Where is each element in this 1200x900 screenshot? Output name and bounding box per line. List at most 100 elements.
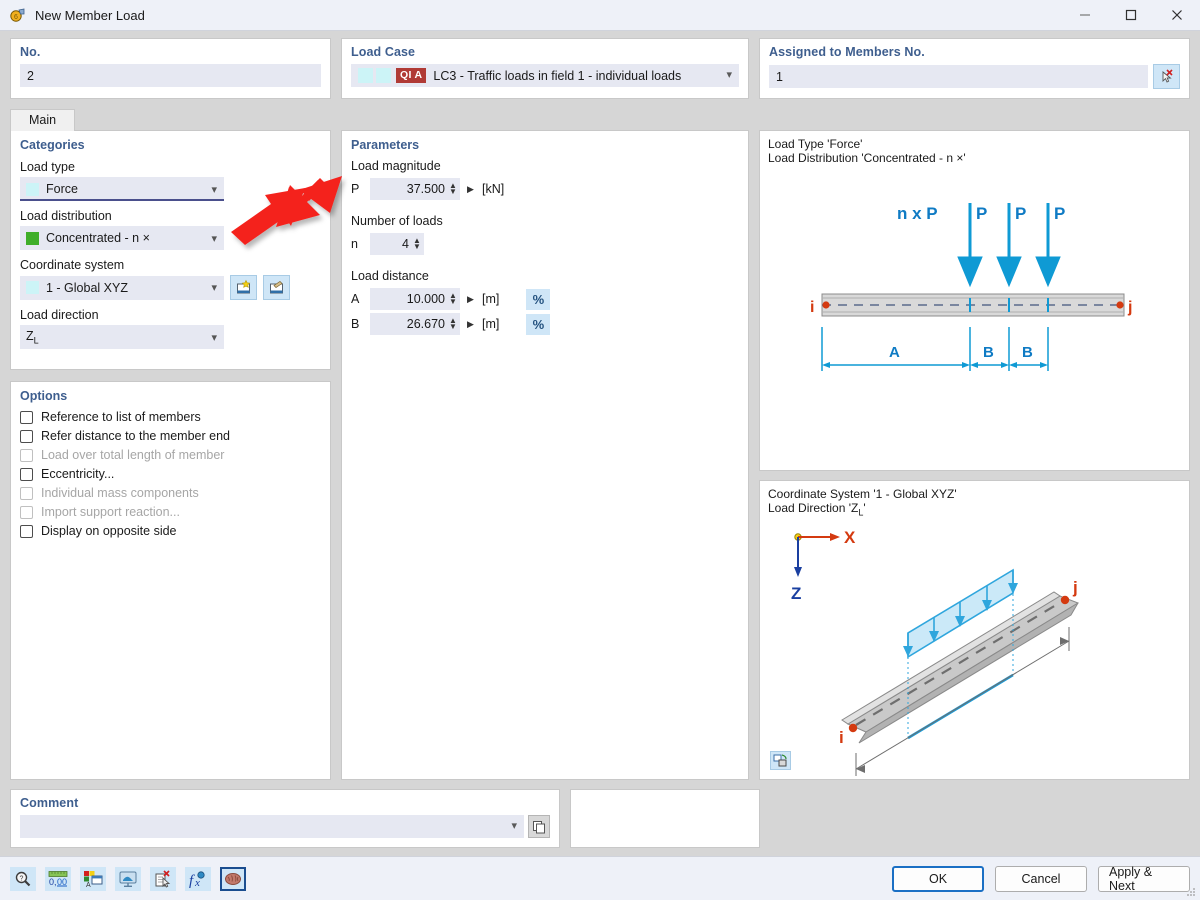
- assigned-members-label: Assigned to Members No.: [769, 45, 1180, 59]
- number-of-loads-value: 4: [376, 237, 409, 251]
- number-of-loads-input[interactable]: 4 ▲▼: [370, 233, 424, 255]
- load-preview-diagram: n x P P P P i j A B B: [760, 131, 1189, 470]
- expand-arrow-icon[interactable]: ▶: [467, 184, 475, 195]
- load-distance-b-unit: [m]: [482, 317, 499, 331]
- load-distance-b-input[interactable]: 26.670 ▲▼: [370, 313, 460, 335]
- label-nxp: n x P: [897, 204, 938, 223]
- clear-selection-icon[interactable]: [150, 867, 176, 891]
- load-type-combobox[interactable]: Force ▾: [20, 177, 224, 201]
- options-title: Options: [20, 389, 321, 403]
- percent-toggle-a-button[interactable]: %: [526, 289, 550, 310]
- load-preview-panel: Load Type 'Force' Load Distribution 'Con…: [759, 130, 1190, 471]
- formula-icon[interactable]: fx: [185, 867, 211, 891]
- chevron-down-icon: ▾: [211, 232, 217, 245]
- label-p2: P: [1015, 204, 1026, 223]
- close-button[interactable]: [1154, 0, 1200, 31]
- expand-arrow-icon[interactable]: ▶: [467, 319, 475, 330]
- rendering-icon[interactable]: [115, 867, 141, 891]
- load-magnitude-symbol: P: [351, 182, 363, 196]
- option-display-on-opposite-side[interactable]: Display on opposite side: [20, 524, 321, 538]
- comment-label: Comment: [20, 796, 550, 810]
- svg-text:6: 6: [14, 14, 18, 21]
- copy-icon[interactable]: [528, 815, 550, 838]
- maximize-button[interactable]: [1108, 0, 1154, 31]
- new-coordinate-system-icon[interactable]: [230, 275, 257, 300]
- middle-column: Parameters Load magnitude P 37.500 ▲▼ ▶ …: [341, 130, 749, 780]
- checkbox[interactable]: [20, 430, 33, 443]
- parameters-title: Parameters: [351, 138, 739, 152]
- assigned-members-input[interactable]: 1: [769, 65, 1148, 88]
- stepper-arrows-icon[interactable]: ▲▼: [449, 183, 457, 195]
- coordinate-system-swatch: [26, 281, 39, 294]
- option-label: Refer distance to the member end: [41, 429, 230, 443]
- member-load-icon: 6: [9, 6, 27, 24]
- toggle-view-icon[interactable]: [770, 751, 791, 770]
- load-magnitude-input[interactable]: 37.500 ▲▼: [370, 178, 460, 200]
- option-load-over-total-length: Load over total length of member: [20, 448, 321, 462]
- header-row: No. 2 Load Case QI A LC3 - Traffic loads…: [0, 31, 1200, 99]
- minimize-button[interactable]: [1062, 0, 1108, 31]
- tab-main[interactable]: Main: [10, 109, 75, 131]
- stepper-arrows-icon[interactable]: ▲▼: [413, 238, 421, 250]
- units-decimals-icon[interactable]: 0,00: [45, 867, 71, 891]
- coordinate-system-value: 1 - Global XYZ: [46, 281, 204, 295]
- option-individual-mass-components: Individual mass components: [20, 486, 321, 500]
- stepper-arrows-icon[interactable]: ▲▼: [449, 318, 457, 330]
- label-p3: P: [1054, 204, 1065, 223]
- option-refer-distance-to-member-end[interactable]: Refer distance to the member end: [20, 429, 321, 443]
- chevron-down-icon: ▾: [211, 183, 217, 196]
- svg-text:0,: 0,: [49, 877, 57, 887]
- select-members-icon[interactable]: [1153, 64, 1180, 89]
- option-eccentricity[interactable]: Eccentricity...: [20, 467, 321, 481]
- number-input[interactable]: 2: [20, 64, 321, 87]
- load-distribution-combobox[interactable]: Concentrated - n × ▾: [20, 226, 224, 250]
- load-type-label: Load type: [20, 160, 321, 174]
- option-import-support-reaction: Import support reaction...: [20, 505, 321, 519]
- checkbox: [20, 506, 33, 519]
- label-axis-x: X: [844, 528, 856, 547]
- parameters-group: Parameters Load magnitude P 37.500 ▲▼ ▶ …: [341, 130, 749, 780]
- checkbox[interactable]: [20, 468, 33, 481]
- load-distance-row-b: B 26.670 ▲▼ ▶ [m] %: [351, 313, 739, 335]
- chevron-down-icon: ▾: [211, 281, 217, 294]
- apply-and-next-button[interactable]: Apply & Next: [1098, 866, 1190, 892]
- assigned-members-row: 1: [769, 64, 1180, 89]
- load-case-panel: Load Case QI A LC3 - Traffic loads in fi…: [341, 38, 749, 99]
- option-label: Load over total length of member: [41, 448, 224, 462]
- help-brain-icon[interactable]: [220, 867, 246, 891]
- option-label: Eccentricity...: [41, 467, 114, 481]
- coordinate-system-row: 1 - Global XYZ ▾: [20, 275, 321, 300]
- svg-text:?: ?: [20, 875, 24, 882]
- label-node-j: j: [1127, 299, 1132, 316]
- magnifier-icon[interactable]: ?: [10, 867, 36, 891]
- expand-arrow-icon[interactable]: ▶: [467, 294, 475, 305]
- load-distance-b-value: 26.670: [376, 317, 445, 331]
- number-of-loads-symbol: n: [351, 237, 363, 251]
- load-distribution-value: Concentrated - n ×: [46, 231, 204, 245]
- percent-toggle-b-button[interactable]: %: [526, 314, 550, 335]
- categories-title: Categories: [20, 138, 321, 152]
- window-title: New Member Load: [35, 8, 145, 23]
- display-properties-icon[interactable]: A: [80, 867, 106, 891]
- load-distance-a-symbol: A: [351, 292, 363, 306]
- tab-strip: Main: [10, 106, 1200, 130]
- ok-button[interactable]: OK: [892, 866, 984, 892]
- option-reference-to-list-of-members[interactable]: Reference to list of members: [20, 410, 321, 424]
- load-case-combobox[interactable]: QI A LC3 - Traffic loads in field 1 - in…: [351, 64, 739, 87]
- checkbox: [20, 487, 33, 500]
- chevron-down-icon: ▾: [726, 69, 732, 80]
- resize-grip[interactable]: [1185, 886, 1197, 898]
- checkbox[interactable]: [20, 525, 33, 538]
- left-column: Categories Load type Force ▾ Load distri…: [10, 130, 331, 780]
- checkbox[interactable]: [20, 411, 33, 424]
- comment-input[interactable]: ▾: [20, 815, 524, 838]
- load-distance-a-input[interactable]: 10.000 ▲▼: [370, 288, 460, 310]
- edit-coordinate-system-icon[interactable]: [263, 275, 290, 300]
- svg-text:x: x: [194, 877, 200, 888]
- load-distribution-label: Load distribution: [20, 209, 321, 223]
- cancel-button[interactable]: Cancel: [995, 866, 1087, 892]
- stepper-arrows-icon[interactable]: ▲▼: [449, 293, 457, 305]
- coordinate-system-combobox[interactable]: 1 - Global XYZ ▾: [20, 276, 224, 300]
- number-panel: No. 2: [10, 38, 331, 99]
- load-direction-combobox[interactable]: ZL ▾: [20, 325, 224, 349]
